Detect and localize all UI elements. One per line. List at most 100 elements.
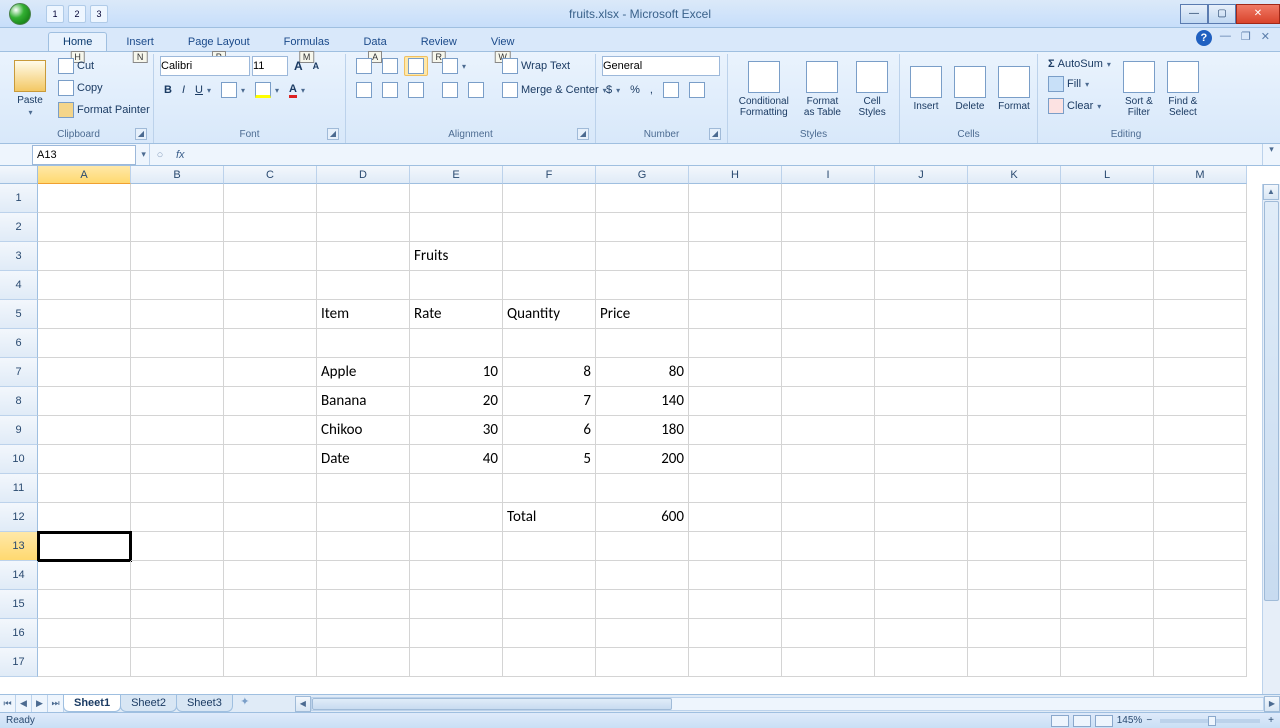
cell-H16[interactable] (689, 619, 782, 648)
find-select-button[interactable]: Find & Select (1163, 56, 1203, 122)
normal-view-button[interactable] (1051, 715, 1069, 727)
dialog-launcher-icon[interactable]: ◢ (135, 128, 147, 140)
cell-C14[interactable] (224, 561, 317, 590)
cell-M6[interactable] (1154, 329, 1247, 358)
cell-M12[interactable] (1154, 503, 1247, 532)
scroll-thumb[interactable] (1264, 201, 1279, 601)
cell-G2[interactable] (596, 213, 689, 242)
cell-I3[interactable] (782, 242, 875, 271)
zoom-out-button[interactable]: − (1146, 715, 1152, 726)
row-header[interactable]: 7 (0, 358, 38, 387)
cell-F6[interactable] (503, 329, 596, 358)
cell-M16[interactable] (1154, 619, 1247, 648)
cell-J3[interactable] (875, 242, 968, 271)
cell-F15[interactable] (503, 590, 596, 619)
cell-L17[interactable] (1061, 648, 1154, 677)
help-icon[interactable]: ? (1196, 30, 1212, 46)
cell-A17[interactable] (38, 648, 131, 677)
cell-M8[interactable] (1154, 387, 1247, 416)
cell-L15[interactable] (1061, 590, 1154, 619)
cell-K10[interactable] (968, 445, 1061, 474)
cell-G11[interactable] (596, 474, 689, 503)
cell-M1[interactable] (1154, 184, 1247, 213)
cell-B6[interactable] (131, 329, 224, 358)
cell-K11[interactable] (968, 474, 1061, 503)
cell-I1[interactable] (782, 184, 875, 213)
cell-B11[interactable] (131, 474, 224, 503)
cell-E8[interactable]: 20 (410, 387, 503, 416)
cell-A3[interactable] (38, 242, 131, 271)
page-break-view-button[interactable] (1095, 715, 1113, 727)
cell-J16[interactable] (875, 619, 968, 648)
cell-A7[interactable] (38, 358, 131, 387)
cell-G7[interactable]: 80 (596, 358, 689, 387)
cell-D5[interactable]: Item (317, 300, 410, 329)
column-header[interactable]: K (968, 166, 1061, 184)
row-header[interactable]: 1 (0, 184, 38, 213)
cell-I13[interactable] (782, 532, 875, 561)
underline-button[interactable]: U▾ (191, 82, 215, 98)
row-header[interactable]: 2 (0, 213, 38, 242)
row-header[interactable]: 6 (0, 329, 38, 358)
insert-cells-button[interactable]: Insert (906, 56, 946, 122)
tab-insert[interactable]: InsertN (111, 32, 169, 51)
cell-F8[interactable]: 7 (503, 387, 596, 416)
cut-button[interactable]: Cut (54, 56, 154, 76)
cell-I4[interactable] (782, 271, 875, 300)
format-cells-button[interactable]: Format (994, 56, 1034, 122)
cell-I5[interactable] (782, 300, 875, 329)
cell-L10[interactable] (1061, 445, 1154, 474)
cell-B14[interactable] (131, 561, 224, 590)
tab-home[interactable]: HomeH (48, 32, 107, 51)
cell-H12[interactable] (689, 503, 782, 532)
cell-B13[interactable] (131, 532, 224, 561)
accounting-button[interactable]: $▾ (602, 82, 624, 98)
cell-G4[interactable] (596, 271, 689, 300)
cell-K8[interactable] (968, 387, 1061, 416)
cell-D9[interactable]: Chikoo (317, 416, 410, 445)
row-header[interactable]: 11 (0, 474, 38, 503)
cell-E13[interactable] (410, 532, 503, 561)
dialog-launcher-icon[interactable]: ◢ (577, 128, 589, 140)
hscroll-thumb[interactable] (312, 698, 672, 710)
cell-C7[interactable] (224, 358, 317, 387)
autosum-button[interactable]: Σ AutoSum▾ (1044, 56, 1115, 72)
cell-B5[interactable] (131, 300, 224, 329)
cell-B7[interactable] (131, 358, 224, 387)
align-middle-button[interactable] (378, 56, 402, 76)
column-header[interactable]: A (38, 166, 131, 184)
font-size-combo[interactable] (252, 56, 288, 76)
cell-J5[interactable] (875, 300, 968, 329)
cell-E16[interactable] (410, 619, 503, 648)
name-box[interactable] (32, 145, 136, 165)
cell-I17[interactable] (782, 648, 875, 677)
cell-D10[interactable]: Date (317, 445, 410, 474)
column-header[interactable]: H (689, 166, 782, 184)
sheet-tab[interactable]: Sheet3 (176, 695, 233, 712)
sheet-nav-next[interactable]: ▶ (32, 695, 48, 712)
cell-A11[interactable] (38, 474, 131, 503)
cell-B8[interactable] (131, 387, 224, 416)
cell-B3[interactable] (131, 242, 224, 271)
cell-K17[interactable] (968, 648, 1061, 677)
column-header[interactable]: C (224, 166, 317, 184)
cell-J4[interactable] (875, 271, 968, 300)
name-box-dropdown[interactable]: ▾ (138, 149, 149, 160)
tab-view[interactable]: ViewW (476, 32, 530, 51)
cell-G10[interactable]: 200 (596, 445, 689, 474)
cell-C1[interactable] (224, 184, 317, 213)
cell-M10[interactable] (1154, 445, 1247, 474)
number-format-combo[interactable] (602, 56, 720, 76)
cell-D14[interactable] (317, 561, 410, 590)
row-header[interactable]: 3 (0, 242, 38, 271)
cell-H2[interactable] (689, 213, 782, 242)
cell-E6[interactable] (410, 329, 503, 358)
dialog-launcher-icon[interactable]: ◢ (327, 128, 339, 140)
cell-H10[interactable] (689, 445, 782, 474)
font-name-combo[interactable] (160, 56, 250, 76)
cell-styles-button[interactable]: Cell Styles (851, 56, 893, 122)
cell-K9[interactable] (968, 416, 1061, 445)
sheet-nav-last[interactable]: ⏭ (48, 695, 64, 712)
cell-C4[interactable] (224, 271, 317, 300)
mdi-minimize[interactable]: — (1218, 30, 1233, 46)
